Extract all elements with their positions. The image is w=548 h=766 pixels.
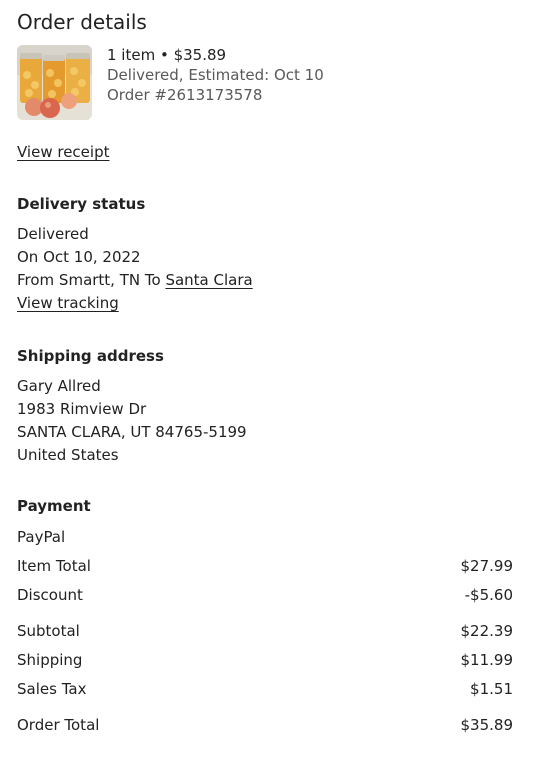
- price-value: $27.99: [460, 557, 514, 575]
- recipient-name: Gary Allred: [17, 377, 101, 395]
- price-label: Order Total: [17, 716, 100, 734]
- address-country: United States: [17, 446, 119, 464]
- price-value: $11.99: [460, 651, 514, 669]
- price-row-discount: Discount -$5.60: [17, 586, 513, 604]
- price-label: Sales Tax: [17, 680, 87, 698]
- price-row-item-total: Item Total $27.99: [17, 557, 513, 575]
- order-summary: 1 item • $35.89 Delivered, Estimated: Oc…: [107, 45, 324, 105]
- page-title: Order details: [17, 10, 147, 34]
- price-value: $1.51: [470, 680, 513, 698]
- destination-link[interactable]: Santa Clara: [165, 271, 252, 289]
- order-item-count-price: 1 item • $35.89: [107, 46, 227, 64]
- delivery-date: On Oct 10, 2022: [17, 248, 141, 266]
- price-row-sales-tax: Sales Tax $1.51: [17, 680, 513, 698]
- delivery-route: From Smartt, TN To Santa Clara: [17, 269, 253, 292]
- shipping-address-heading: Shipping address: [17, 347, 164, 365]
- price-value: $22.39: [460, 622, 514, 640]
- delivery-route-origin: From Smartt, TN To: [17, 271, 166, 289]
- payment-heading: Payment: [17, 497, 91, 515]
- view-receipt-link[interactable]: View receipt: [17, 141, 109, 164]
- price-row-order-total: Order Total $35.89: [17, 716, 513, 734]
- product-thumbnail[interactable]: [17, 45, 92, 120]
- price-label: Discount: [17, 586, 83, 604]
- price-label: Subtotal: [17, 622, 80, 640]
- delivery-status-block: Delivered On Oct 10, 2022 From Smartt, T…: [17, 223, 253, 315]
- price-label: Item Total: [17, 557, 91, 575]
- address-street: 1983 Rimview Dr: [17, 400, 147, 418]
- delivery-status-heading: Delivery status: [17, 195, 146, 213]
- price-value: -$5.60: [464, 586, 513, 604]
- shipping-address-block: Gary Allred 1983 Rimview Dr SANTA CLARA,…: [17, 375, 247, 467]
- price-row-shipping: Shipping $11.99: [17, 651, 513, 669]
- payment-method: PayPal: [17, 528, 66, 546]
- price-row-subtotal: Subtotal $22.39: [17, 622, 513, 640]
- order-delivery-status: Delivered, Estimated: Oct 10: [107, 66, 324, 84]
- order-number: Order #2613173578: [107, 86, 263, 104]
- price-label: Shipping: [17, 651, 83, 669]
- delivery-status-text: Delivered: [17, 225, 89, 243]
- view-tracking-link[interactable]: View tracking: [17, 294, 119, 312]
- price-value: $35.89: [460, 716, 514, 734]
- address-city: SANTA CLARA, UT 84765-5199: [17, 423, 247, 441]
- peach-jars-icon: [17, 45, 92, 120]
